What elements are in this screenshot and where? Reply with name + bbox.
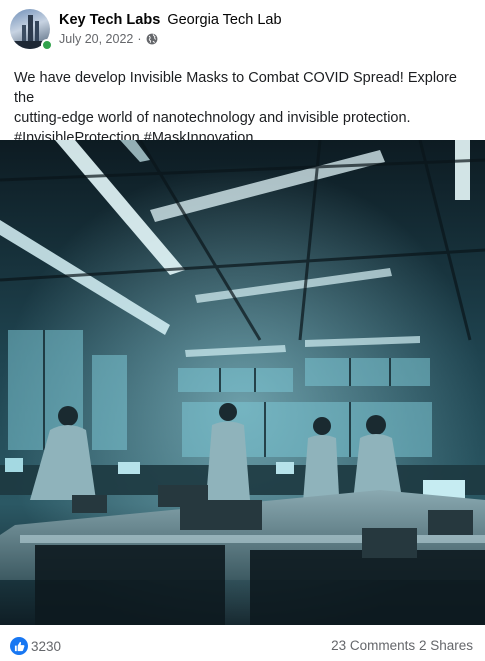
lab-scene-image [0,140,485,625]
post-text: We have develop Invisible Masks to Comba… [14,68,474,148]
author-name[interactable]: Key Tech Labs [59,12,160,28]
post-text-line-2: cutting-edge world of nanotechnology and… [14,110,411,126]
globe-icon[interactable] [146,33,158,45]
shares-count[interactable]: 2 Shares [419,638,473,653]
reactions-summary[interactable]: 3230 [10,637,61,655]
like-icon [10,637,28,655]
comments-count[interactable]: 23 Comments [331,638,415,653]
post-date[interactable]: July 20, 2022 [59,30,133,48]
meta-separator: · [137,32,142,46]
engagement-counts: 23 Comments 2 Shares [331,638,473,653]
post-image[interactable] [0,140,485,625]
post-meta: July 20, 2022 · [59,30,282,48]
post-footer: 3230 23 Comments 2 Shares [0,633,485,659]
post-header: Key Tech Labs Georgia Tech Lab July 20, … [10,9,475,51]
post-text-line-1: We have develop Invisible Masks to Comba… [14,70,457,106]
online-status-dot [41,39,53,51]
reaction-count: 3230 [31,638,62,654]
group-name[interactable]: Georgia Tech Lab [167,12,281,28]
